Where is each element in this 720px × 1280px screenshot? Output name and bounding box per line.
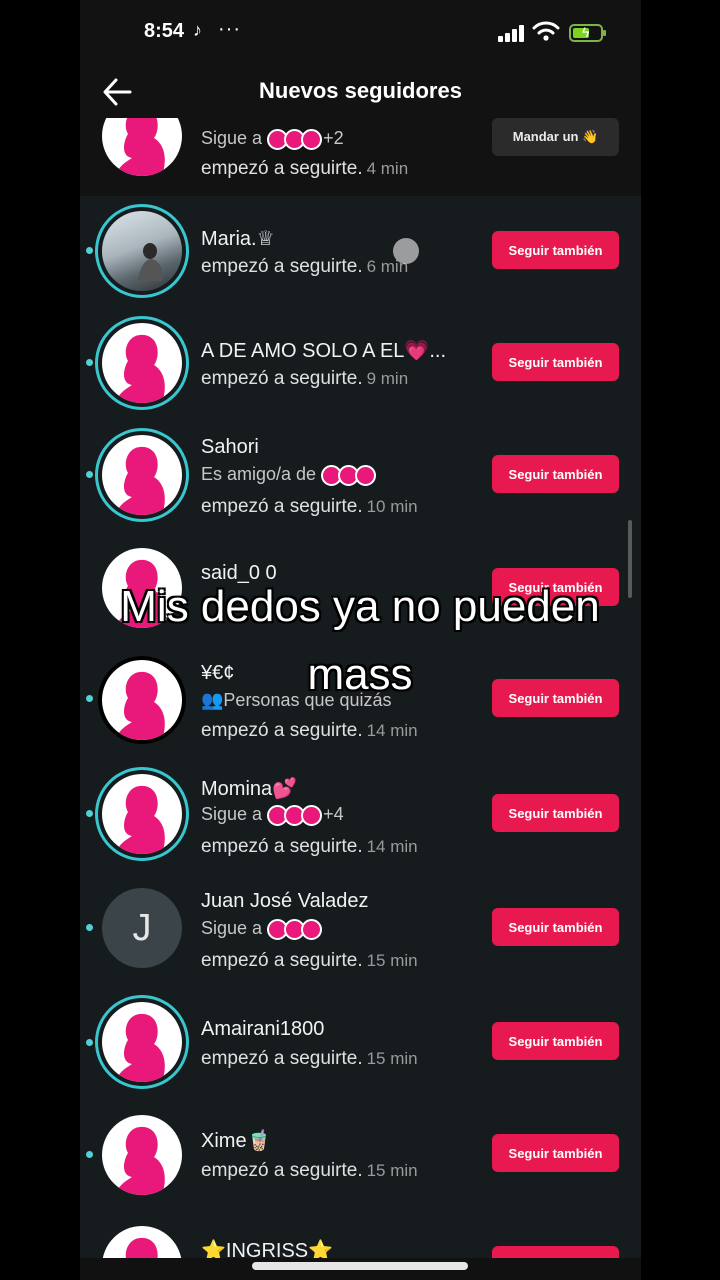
caption-line-2: mass: [307, 650, 413, 699]
follower-name[interactable]: Sahori: [201, 436, 259, 459]
battery-icon: ϟ: [569, 24, 606, 42]
list-item[interactable]: J Juan José Valadez Sigue a empezó a seg…: [80, 874, 641, 988]
avatar[interactable]: [102, 211, 182, 291]
tiktok-icon: ♪: [193, 20, 202, 40]
unread-dot: [86, 924, 93, 931]
follower-name[interactable]: Maria.♕: [201, 226, 275, 251]
wave-button[interactable]: Mandar un 👋: [492, 118, 619, 156]
follow-action: empezó a seguirte. 10 min: [201, 496, 418, 517]
status-time: 8:54: [144, 20, 185, 42]
avatar[interactable]: [102, 774, 182, 854]
avatar[interactable]: [102, 1226, 182, 1258]
unread-dot: [86, 247, 93, 254]
follow-detail: Sigue a: [201, 918, 323, 940]
touch-indicator: [393, 238, 419, 264]
follow-detail: Sigue a +2: [201, 128, 344, 150]
follower-name[interactable]: Momina💕: [201, 776, 297, 801]
status-bar: 8:54 ♪ ··· ϟ: [80, 0, 641, 66]
follower-name[interactable]: Amairani1800: [201, 1018, 324, 1041]
list-item[interactable]: Sahori Es amigo/a de empezó a seguirte. 1…: [80, 420, 641, 538]
avatar[interactable]: J: [102, 888, 182, 968]
follow-back-button[interactable]: Seguir también: [492, 231, 619, 269]
avatar[interactable]: [102, 323, 182, 403]
avatar[interactable]: [102, 118, 182, 176]
follow-detail: Sigue a +4: [201, 804, 344, 826]
follower-name[interactable]: A DE AMO SOLO A EL💗...: [201, 338, 446, 363]
unread-dot: [86, 359, 93, 366]
follow-back-button[interactable]: [492, 1246, 619, 1258]
wifi-icon: [532, 21, 560, 41]
avatar[interactable]: [102, 1115, 182, 1195]
follower-name[interactable]: Xime🧋: [201, 1128, 271, 1153]
signal-icon: [498, 24, 526, 42]
follow-back-button[interactable]: Seguir también: [492, 343, 619, 381]
unread-dot: [86, 471, 93, 478]
list-item[interactable]: Maria.♕ empezó a seguirte. 6 min Seguir t…: [80, 196, 641, 308]
follow-action: empezó a seguirte. 6 min: [201, 256, 409, 277]
phone-screen: 8:54 ♪ ··· ϟ Nuevos seguidores Sigue a +…: [80, 0, 641, 1280]
unread-dot: [86, 1039, 93, 1046]
unread-dot: [86, 810, 93, 817]
home-indicator[interactable]: [252, 1262, 468, 1270]
page-title: Nuevos seguidores: [259, 78, 462, 103]
follow-action: empezó a seguirte. 14 min: [201, 836, 418, 857]
follow-action: empezó a seguirte. 15 min: [201, 950, 418, 971]
follow-action: empezó a seguirte. 15 min: [201, 1160, 418, 1181]
follow-back-button[interactable]: Seguir también: [492, 908, 619, 946]
unread-dot: [86, 1151, 93, 1158]
caption-line-1: Mis dedos ya no pueden: [120, 582, 600, 631]
follower-name[interactable]: Juan José Valadez: [201, 890, 369, 913]
follow-back-button[interactable]: Seguir también: [492, 794, 619, 832]
follower-name[interactable]: ⭐INGRISS⭐: [201, 1238, 333, 1258]
follow-back-button[interactable]: Seguir también: [492, 1022, 619, 1060]
follow-action: empezó a seguirte. 9 min: [201, 368, 409, 389]
follow-action: empezó a seguirte. 4 min: [201, 158, 409, 179]
list-item[interactable]: ⭐INGRISS⭐: [80, 1212, 641, 1258]
follow-action: empezó a seguirte. 14 min: [201, 720, 418, 741]
more-dots: ···: [218, 18, 241, 40]
follow-detail: Es amigo/a de: [201, 464, 377, 486]
list-item[interactable]: Momina💕 Sigue a +4 empezó a seguirte. 14 …: [80, 760, 641, 874]
avatar[interactable]: [102, 1002, 182, 1082]
follow-back-button[interactable]: Seguir también: [492, 1134, 619, 1172]
list-item[interactable]: Xime🧋 empezó a seguirte. 15 min Seguir ta…: [80, 1100, 641, 1212]
page-header: Nuevos seguidores: [80, 66, 641, 118]
follow-action: empezó a seguirte. 15 min: [201, 1048, 418, 1069]
list-item[interactable]: Sigue a +2 empezó a seguirte. 4 min Manda…: [80, 118, 641, 196]
list-item[interactable]: Amairani1800 empezó a seguirte. 15 min Se…: [80, 988, 641, 1100]
list-item[interactable]: A DE AMO SOLO A EL💗... empezó a seguirte…: [80, 308, 641, 420]
avatar[interactable]: [102, 435, 182, 515]
follow-back-button[interactable]: Seguir también: [492, 455, 619, 493]
